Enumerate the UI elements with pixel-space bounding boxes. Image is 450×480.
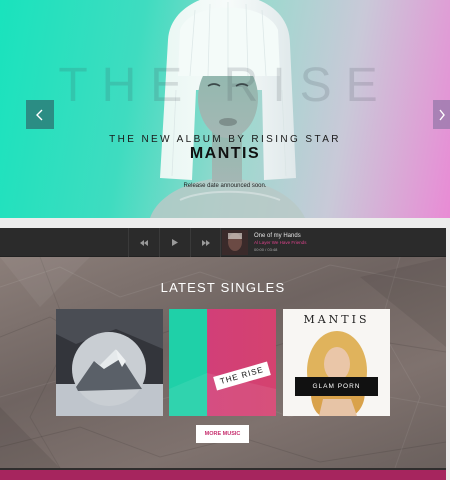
- next-track-button[interactable]: [190, 228, 221, 257]
- hero-banner: THE RISE THE NEW ALBUM BY RISING STAR MA…: [0, 0, 450, 218]
- play-icon: [172, 239, 178, 246]
- chevron-left-icon: [36, 109, 43, 120]
- music-player-bar: One of my Hands Al Layer We Have Friends…: [0, 228, 446, 257]
- mountain-circle-artwork: [56, 309, 163, 416]
- single-card-2[interactable]: THE RISE: [169, 309, 276, 416]
- chevron-right-icon: [438, 109, 445, 120]
- hero-title: MANTIS: [189, 145, 261, 162]
- hero-release-note: Release date announced soon.: [183, 183, 267, 189]
- latest-singles-section: LATEST SINGLES THE RISE MANTIS GLAM PORN: [0, 257, 446, 468]
- card-single-name: GLAM PORN: [295, 377, 378, 396]
- more-music-button[interactable]: MORE MUSIC: [196, 425, 249, 443]
- slider-next-button[interactable]: [433, 100, 450, 129]
- section-heading: LATEST SINGLES: [160, 280, 286, 295]
- slider-prev-button[interactable]: [26, 100, 54, 129]
- track-time: 00:00 / 03:48: [254, 247, 278, 252]
- footer-accent-bar: [0, 470, 446, 480]
- single-card-1[interactable]: [56, 309, 163, 416]
- previous-track-button[interactable]: [128, 228, 159, 257]
- card-artist-name: MANTIS: [303, 313, 370, 326]
- track-artist[interactable]: Al Layer We Have Friends: [254, 240, 306, 245]
- hero-subtitle: THE NEW ALBUM BY RISING STAR: [109, 134, 341, 145]
- track-title: One of my Hands: [254, 233, 301, 239]
- single-card-3[interactable]: MANTIS GLAM PORN: [283, 309, 390, 416]
- fast-forward-icon: [201, 239, 210, 246]
- album-thumbnail-image: [222, 230, 248, 255]
- hero-watermark-text: THE RISE: [58, 59, 392, 112]
- rewind-icon: [140, 239, 148, 246]
- track-artwork: [222, 230, 248, 255]
- play-button[interactable]: [159, 228, 190, 257]
